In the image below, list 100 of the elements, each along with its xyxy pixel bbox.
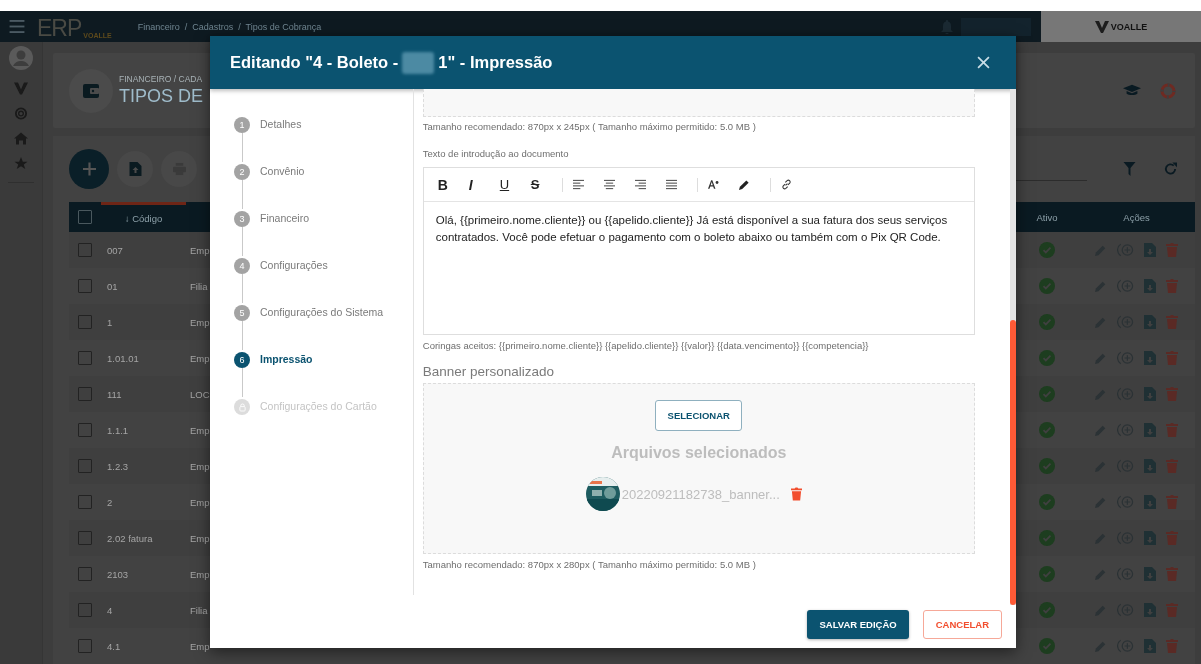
file-download-icon[interactable] [1144,315,1156,329]
align-right-icon[interactable] [634,179,646,190]
file-download-icon[interactable] [1144,387,1156,401]
file-download-icon[interactable] [1144,603,1156,617]
font-size-icon[interactable] [707,179,719,190]
checkbox[interactable] [78,567,92,581]
table-cell: Filia [190,280,208,292]
file-download-icon[interactable] [1144,495,1156,509]
file-download-icon[interactable] [1144,459,1156,473]
step-marker[interactable]: 1 [234,117,250,133]
step-marker[interactable]: 4 [234,258,250,274]
drop-zone[interactable]: SELECIONAR Arquivos selecionados 20220921182738_banner... [422,383,975,554]
files-heading: Arquivos selecionados [611,444,787,462]
step-label[interactable]: Convênio [260,164,305,211]
avatar-icon[interactable] [9,46,33,70]
table-cell: Emp [190,640,210,652]
checkbox[interactable] [78,351,92,365]
column-header[interactable]: ↓ Código [124,213,163,224]
add-circle-icon[interactable] [1117,639,1134,653]
align-left-icon[interactable] [572,179,584,190]
add-circle-icon[interactable] [1117,351,1134,365]
file-download-icon[interactable] [1144,531,1156,545]
bold-button[interactable]: B [437,176,469,193]
size-note: Tamanho recomendado: 870px x 245px ( Tamanho máximo permitido: 5.0 MB ) [422,121,757,132]
logo-text: ERP [37,16,82,39]
add-circle-icon[interactable] [1117,279,1134,293]
close-icon[interactable] [977,56,990,69]
v-logo-icon[interactable] [14,82,28,95]
step-label[interactable]: Financeiro [260,211,310,258]
lifebuoy-icon[interactable] [1159,82,1177,99]
checkbox[interactable] [78,603,92,617]
field-label: Texto de introdução ao documento [422,148,570,159]
column-header: Ações [1123,211,1150,223]
table-cell: Emp [190,424,210,436]
checkbox[interactable] [78,639,92,653]
column-header: Ativo [1036,211,1058,223]
step-marker[interactable]: 6 [234,352,250,368]
star-icon[interactable] [14,157,28,170]
home-icon[interactable] [14,132,28,145]
table-cell: Emp [190,532,210,544]
brand-name: VOALLE [1110,21,1148,32]
filter-icon[interactable] [1123,162,1136,176]
brand-logo-icon [1094,20,1109,33]
lock-icon [238,402,246,412]
table-cell: Filia [190,604,208,616]
file-download-icon[interactable] [1144,567,1156,581]
table-cell: 1.01.01 [107,352,139,364]
table-cell: Emp [190,244,210,256]
editor-text: Olá, {{primeiro.nome.cliente}} ou {{apelido.cliente}} Já está disponível a sua fatura dos seus serviços contratados. Você pode efetuar o pagamento com o boleto abaixo ou também com o Pix QR Code. [435,214,948,243]
checkbox[interactable] [78,459,92,473]
step-label[interactable]: Detalhes [260,117,302,164]
drop-zone[interactable] [422,89,975,117]
lifebuoy-icon[interactable] [14,107,28,120]
strike-button[interactable]: S [530,177,562,192]
file-download-icon[interactable] [1144,423,1156,437]
step-label[interactable]: Configurações [260,258,328,305]
file-download-icon[interactable] [1144,639,1156,653]
upload-button[interactable] [117,151,153,187]
cancel-button[interactable]: CANCELAR [922,609,1002,639]
add-button[interactable] [69,149,109,189]
select-button[interactable]: SELECIONAR [655,400,743,431]
section-label: Banner personalizado [422,364,556,379]
plus-icon [82,162,96,176]
step-marker[interactable] [234,399,250,415]
checkbox[interactable] [78,210,92,224]
trash-icon[interactable] [790,487,802,501]
add-circle-icon[interactable] [1117,495,1134,509]
file-download-icon[interactable] [1144,351,1156,365]
redacted-block [402,51,435,74]
checkbox[interactable] [78,531,92,545]
italic-button[interactable]: I [468,176,500,193]
checkbox[interactable] [78,387,92,401]
justify-icon[interactable] [665,179,677,190]
refresh-icon[interactable] [1164,162,1177,176]
add-circle-icon[interactable] [1117,423,1134,437]
table-cell: 2.02 fatura [107,532,153,544]
checkbox[interactable] [78,495,92,509]
table-cell: 4.1 [107,640,121,652]
link-icon[interactable] [780,179,792,190]
checkbox[interactable] [78,243,92,257]
step-marker[interactable]: 3 [234,211,250,227]
save-button[interactable]: SALVAR EDIÇÃO [807,609,909,639]
checkbox[interactable] [78,279,92,293]
step-marker[interactable]: 5 [234,305,250,321]
file-download-icon[interactable] [1144,243,1156,257]
menu-icon[interactable] [9,20,25,33]
text-editor[interactable] [422,167,975,335]
checkbox[interactable] [78,423,92,437]
step-label[interactable]: Configurações do Sistema [260,305,384,352]
checkbox[interactable] [78,315,92,329]
add-circle-icon[interactable] [1117,567,1134,581]
align-center-icon[interactable] [603,179,615,190]
step-marker[interactable]: 2 [234,164,250,180]
pen-icon[interactable] [738,179,750,190]
scrollbar-thumb[interactable] [1010,320,1016,605]
step-label[interactable]: Impressão [260,352,313,399]
table-cell: 2 [107,496,113,508]
table-cell: 111 [107,388,122,400]
file-download-icon[interactable] [1144,279,1156,293]
underline-button[interactable]: U [499,177,531,192]
